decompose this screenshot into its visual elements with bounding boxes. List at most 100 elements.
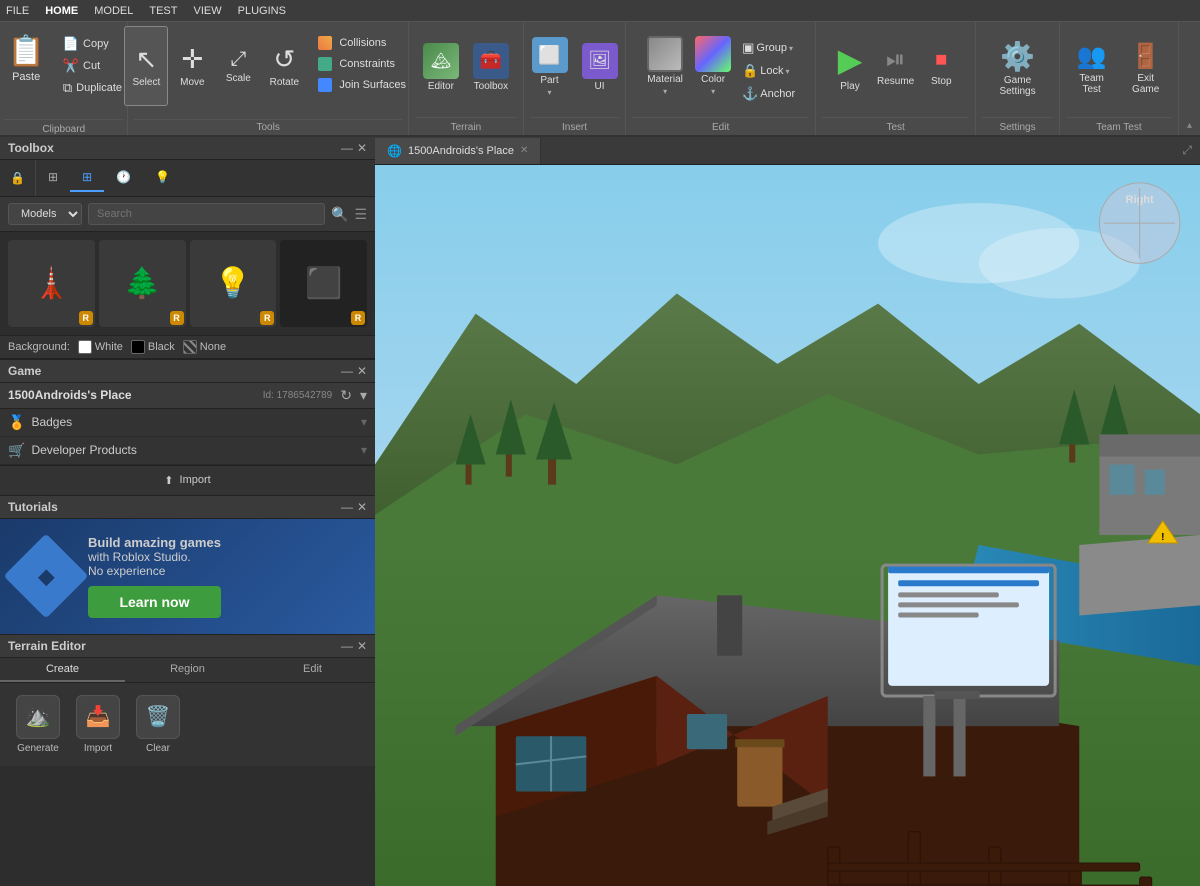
tutorials-title: Tutorials [8, 500, 58, 514]
toolbox-header: Toolbox — ✕ [0, 137, 375, 160]
game-scroll-down[interactable]: ▾ [360, 387, 367, 404]
terrain-editor-button[interactable]: 🏔 Editor [418, 32, 464, 102]
viewport-tab-close[interactable]: ✕ [520, 145, 528, 156]
stop-button[interactable]: ⏹ Stop [921, 30, 961, 102]
material-button[interactable]: Material ▾ [642, 30, 688, 102]
team-test-section: 👥 Team Test 🚪 Exit Game Team Test [1060, 22, 1179, 135]
toolbox-item[interactable]: 🌲 R [99, 240, 186, 327]
tutorials-minimize[interactable]: — [341, 500, 353, 514]
terrain-tab-create[interactable]: Create [0, 658, 125, 682]
game-badges-item[interactable]: 🏅 Badges ▾ [0, 409, 375, 437]
menu-home[interactable]: HOME [45, 5, 78, 17]
resume-button[interactable]: ⏯ Resume [872, 30, 919, 102]
3d-scene[interactable]: ! Right [375, 165, 1200, 886]
terrain-editor-title: Terrain Editor [8, 639, 86, 653]
game-minimize[interactable]: — [341, 364, 353, 378]
play-button[interactable]: ▶ Play [830, 30, 870, 102]
filter-icon[interactable]: ☰ [354, 206, 367, 223]
toolbox-tab-recent[interactable]: 🕐 [104, 164, 143, 192]
item-badge: R [260, 311, 274, 325]
tutorials-header: Tutorials — ✕ [0, 496, 375, 519]
settings-section: ⚙️ Game Settings Settings [976, 22, 1060, 135]
bg-none-label: None [200, 341, 226, 353]
menu-model[interactable]: MODEL [94, 5, 133, 17]
model-type-dropdown[interactable]: Models [8, 203, 82, 225]
toolbox-title: Toolbox [8, 141, 54, 155]
collisions-button[interactable]: Collisions [312, 34, 412, 52]
color-button[interactable]: Color ▾ [690, 30, 736, 102]
toolbox-minimize[interactable]: — [341, 141, 353, 155]
toolbox-search-input[interactable] [88, 203, 325, 225]
item-badge: R [79, 311, 93, 325]
item-badge: R [170, 311, 184, 325]
ui-button[interactable]: 🖼 UI [577, 32, 623, 102]
terrain-tools: ⛰️ Generate 📥 Import 🗑️ Clear [0, 683, 375, 766]
scale-tool[interactable]: ⤢ Scale [216, 26, 260, 106]
group-button[interactable]: ▣ Group ▾ [738, 38, 797, 58]
ribbon: 📋 Paste 📄 Copy ✂️ Cut ⧉ Duplicate Clipbo… [0, 22, 1200, 137]
join-surfaces-button[interactable]: Join Surfaces [312, 76, 412, 94]
terrain-editor-close[interactable]: ✕ [357, 639, 367, 653]
viewport-tab-item[interactable]: 🌐 1500Androids's Place ✕ [375, 138, 541, 164]
menu-plugins[interactable]: PLUGINS [238, 5, 286, 17]
rotate-tool[interactable]: ↺ Rotate [262, 26, 306, 106]
bg-white-option[interactable]: White [78, 340, 123, 354]
select-tool[interactable]: ↖ Select [124, 26, 168, 106]
tutorials-close[interactable]: ✕ [357, 500, 367, 514]
clipboard-section: 📋 Paste 📄 Copy ✂️ Cut ⧉ Duplicate Clipbo… [0, 22, 128, 135]
paste-button[interactable]: 📋 Paste [0, 30, 53, 87]
clipboard-label: Clipboard [4, 119, 123, 135]
toolbox-tab-models[interactable]: ⊞ [70, 164, 104, 192]
duplicate-button[interactable]: ⧉ Duplicate [57, 78, 128, 98]
lock-button[interactable]: 🔒 Lock ▾ [738, 61, 793, 81]
toolbox-item[interactable]: ⬛ R [280, 240, 367, 327]
game-refresh[interactable]: ↻ [340, 387, 352, 404]
terrain-clear-tool[interactable]: 🗑️ Clear [136, 695, 180, 754]
import-button[interactable]: ⬆ Import [0, 465, 375, 495]
terrain-editor-tabs: Create Region Edit [0, 658, 375, 683]
toolbox-tab-featured[interactable]: 💡 [143, 164, 182, 192]
terrain-tab-edit[interactable]: Edit [250, 658, 375, 682]
copy-button[interactable]: 📄 Copy [57, 34, 128, 54]
bg-white-swatch [78, 340, 92, 354]
viewport-expand-icon[interactable]: ⤢ [1174, 137, 1200, 164]
menu-view[interactable]: VIEW [193, 5, 221, 17]
terrain-toolbox-button[interactable]: 🧰 Toolbox [468, 32, 514, 102]
left-panel: Toolbox — ✕ 🔒 ⊞ ⊞ 🕐 💡 Models 🔍 ☰ [0, 137, 375, 886]
game-controls: — ✕ [341, 364, 367, 378]
test-label: Test [822, 117, 969, 133]
terrain-editor-header: Terrain Editor — ✕ [0, 635, 375, 658]
terrain-generate-tool[interactable]: ⛰️ Generate [16, 695, 60, 754]
tools-label: Tools [134, 119, 401, 133]
game-products-item[interactable]: 🛒 Developer Products ▾ [0, 437, 375, 465]
menu-test[interactable]: TEST [149, 5, 177, 17]
badges-arrow: ▾ [361, 415, 367, 429]
bg-black-option[interactable]: Black [131, 340, 175, 354]
toolbox-lock-icon[interactable]: 🔒 [0, 160, 36, 196]
bg-none-option[interactable]: None [183, 340, 226, 354]
game-settings-button[interactable]: ⚙️ Game Settings [982, 32, 1053, 104]
cut-button[interactable]: ✂️ Cut [57, 56, 128, 76]
terrain-editor-minimize[interactable]: — [341, 639, 353, 653]
svg-text:!: ! [1161, 532, 1164, 543]
terrain-editor-panel: Terrain Editor — ✕ Create Region Edit ⛰️… [0, 634, 375, 766]
constraints-button[interactable]: Constraints [312, 55, 412, 73]
terrain-tab-region[interactable]: Region [125, 658, 250, 682]
toolbox-item[interactable]: 💡 R [190, 240, 277, 327]
team-test-button[interactable]: 👥 Team Test [1066, 32, 1117, 104]
part-button[interactable]: ⬜ Part ▾ [527, 32, 573, 102]
ribbon-expand[interactable]: ▴ [1179, 22, 1200, 135]
move-tool[interactable]: ✛ Move [170, 26, 214, 106]
exit-game-button[interactable]: 🚪 Exit Game [1119, 32, 1172, 104]
edit-section: Material ▾ Color ▾ ▣ Group ▾ 🔒 [626, 22, 816, 135]
game-close[interactable]: ✕ [357, 364, 367, 378]
learn-now-button[interactable]: Learn now [88, 586, 221, 618]
toolbox-close[interactable]: ✕ [357, 141, 367, 155]
terrain-import-tool[interactable]: 📥 Import [76, 695, 120, 754]
toolbox-tab-grid[interactable]: ⊞ [36, 164, 70, 192]
main-area: Toolbox — ✕ 🔒 ⊞ ⊞ 🕐 💡 Models 🔍 ☰ [0, 137, 1200, 886]
anchor-button[interactable]: ⚓ Anchor [738, 84, 799, 104]
search-icon[interactable]: 🔍 [331, 206, 348, 223]
menu-file[interactable]: FILE [6, 5, 29, 17]
toolbox-item[interactable]: 🗼 R [8, 240, 95, 327]
